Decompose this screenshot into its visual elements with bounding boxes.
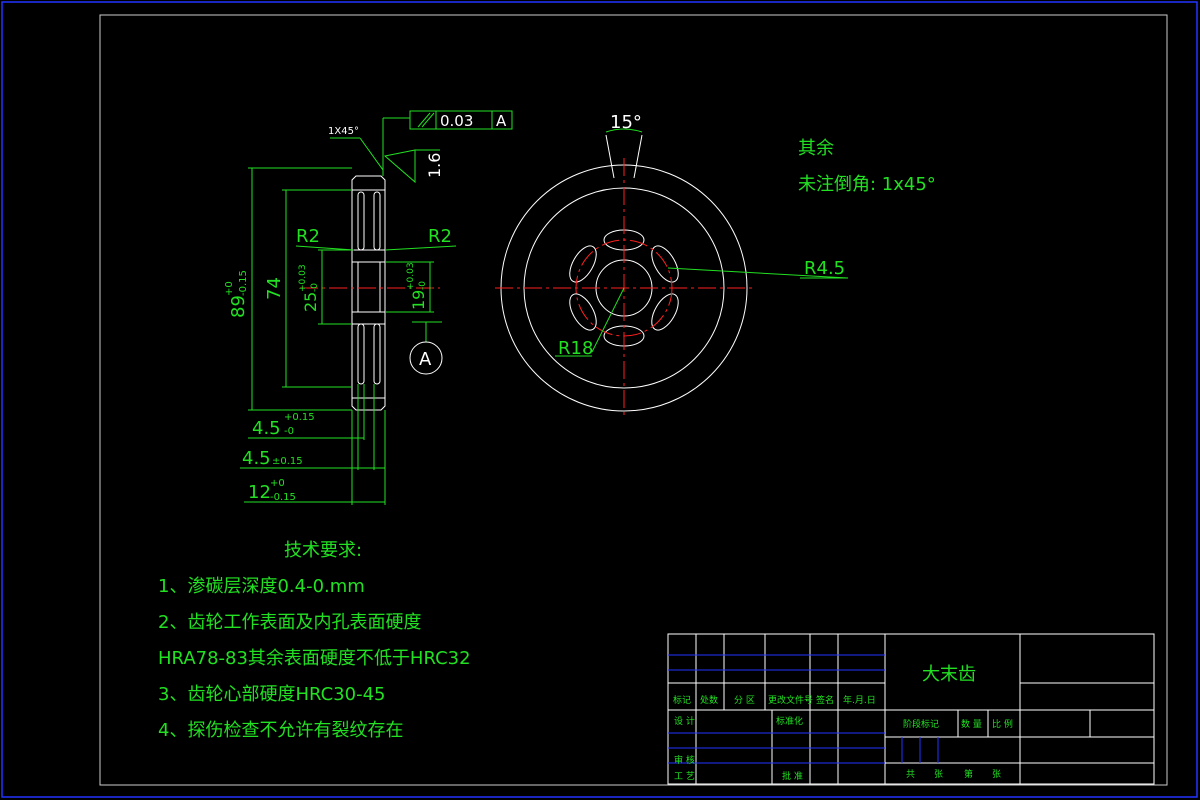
tb-zone: 分 区 [734, 695, 755, 706]
tb-count: 处数 [700, 694, 718, 706]
dim-89-lower: -0.15 [238, 270, 249, 296]
tb-scale: 比 例 [992, 718, 1013, 730]
dim-4-5b-main: 4.5 [242, 448, 271, 469]
tb-weight: 数 量 [961, 718, 982, 730]
dim-4-5a-upper: +0.15 [284, 412, 315, 423]
tb-total: 共 [906, 769, 915, 780]
note-chamfer: 未注倒角: 1x45° [798, 174, 936, 195]
dim-19-lower: -0 [418, 281, 428, 290]
tb-approve: 批 准 [782, 770, 803, 782]
tb-stage-mark: 阶段标记 [903, 718, 939, 730]
cad-drawing: 1X45° 0.03 A 1.6 R2 R2 89 +0 -0.15 74 25… [1, 1, 1198, 798]
tb-page: 第 [964, 768, 973, 780]
dim-25-lower: -0 [310, 283, 320, 292]
dim-25-main: 25 [301, 292, 320, 312]
outer-frame [1, 1, 1198, 798]
tech-item-2: 2、齿轮工作表面及内孔表面硬度 [158, 612, 421, 633]
tech-item-4: 3、齿轮心部硬度HRC30-45 [158, 684, 385, 705]
tech-requirements: 技术要求: 1、渗碳层深度0.4-0.mm 2、齿轮工作表面及内孔表面硬度 HR… [158, 540, 471, 741]
dim-12-lower: -0.15 [270, 492, 296, 503]
dim-19-main: 19 [409, 290, 428, 310]
radius-hole-label: R4.5 [804, 258, 845, 279]
tolerance-datum: A [496, 112, 507, 130]
tb-process: 工 艺 [674, 771, 695, 782]
dim-19-upper: +0.03 [406, 262, 416, 290]
title-block: 大末齿 标记 处数 分 区 更改文件号 签名 年.月.日 设 计 标准化 审 核… [667, 633, 1155, 785]
tb-mark: 标记 [673, 694, 691, 706]
radius-left-label: R2 [296, 226, 320, 247]
tb-sign: 签名 [816, 694, 834, 706]
datum-a-label: A [419, 349, 432, 370]
tb-check: 审 核 [674, 754, 695, 766]
dim-4-5a-lower: -0 [284, 426, 294, 437]
dim-4-5a-main: 4.5 [252, 418, 281, 439]
dim-12-main: 12 [248, 482, 271, 503]
tech-item-1: 1、渗碳层深度0.4-0.mm [158, 576, 365, 597]
dim-25-upper: +0.03 [298, 264, 308, 292]
side-view: 1X45° 0.03 A 1.6 R2 R2 89 +0 -0.15 74 25… [224, 110, 513, 505]
tech-item-3: HRA78-83其余表面硬度不低于HRC32 [158, 648, 471, 669]
tb-standardize: 标准化 [776, 715, 803, 727]
dim-12-upper: +0 [270, 478, 285, 489]
tb-change-doc: 更改文件号 [768, 694, 813, 706]
part-name: 大末齿 [922, 664, 976, 685]
tolerance-value: 0.03 [440, 112, 473, 130]
tb-sheets: 张 [934, 769, 943, 780]
tech-item-5: 4、探伤检查不允许有裂纹存在 [158, 720, 403, 741]
angle-label: 15° [610, 112, 642, 133]
dim-89-main: 89 [228, 295, 249, 318]
roughness-value: 1.6 [425, 153, 444, 178]
front-view: 15° R4.5 R18 [495, 112, 849, 418]
chamfer-label: 1X45° [328, 126, 359, 137]
tech-title: 技术要求: [284, 540, 362, 561]
radius-right-label: R2 [428, 226, 452, 247]
dim-74-label: 74 [264, 277, 285, 300]
tb-design: 设 计 [674, 715, 695, 727]
dim-4-5b-tol: ±0.15 [272, 456, 303, 467]
tb-date: 年.月.日 [843, 694, 876, 706]
radius-pcd-label: R18 [558, 338, 593, 359]
note-other: 其余 [798, 138, 834, 159]
tb-sheet2: 张 [992, 769, 1001, 780]
dim-89-upper: +0 [224, 281, 235, 296]
